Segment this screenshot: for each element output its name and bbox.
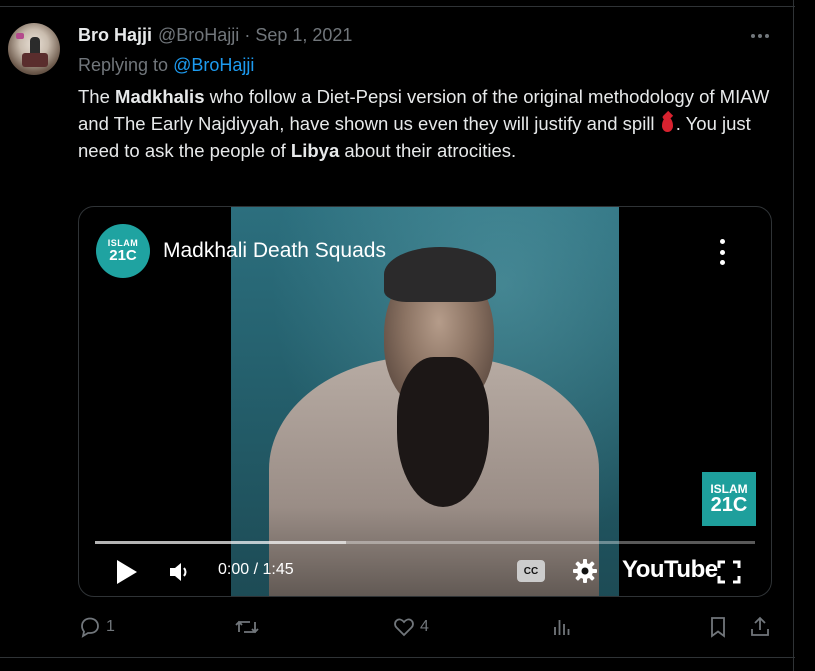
divider-top <box>0 6 795 7</box>
text-bold-libya: Libya <box>290 140 340 161</box>
volume-icon[interactable] <box>167 560 193 584</box>
reply-button[interactable]: 1 <box>78 614 115 640</box>
retweet-button[interactable] <box>234 614 264 640</box>
youtube-wordmark[interactable]: YouTube <box>622 556 718 584</box>
fullscreen-icon[interactable] <box>717 560 741 584</box>
channel-logo-line2: 21C <box>109 247 137 264</box>
video-more-icon[interactable] <box>715 239 729 265</box>
video-time: 0:00 / 1:45 <box>218 561 294 578</box>
views-button[interactable] <box>550 614 578 640</box>
like-icon <box>394 618 414 637</box>
text-part: about their atrocities. <box>339 140 517 161</box>
cc-icon[interactable]: CC <box>517 560 545 582</box>
avatar-detail <box>16 33 24 39</box>
more-icon[interactable] <box>748 26 772 46</box>
replying-to: Replying to @BroHajji <box>78 55 254 76</box>
tweet-date[interactable]: Sep 1, 2021 <box>255 25 352 46</box>
video-person-cap <box>384 247 496 302</box>
blood-drop-emoji <box>661 117 673 132</box>
like-button[interactable]: 4 <box>392 614 429 640</box>
bookmark-icon <box>711 617 725 638</box>
divider-bottom <box>0 657 795 658</box>
reply-prefix: Replying to <box>78 55 174 75</box>
reply-to-link[interactable]: @BroHajji <box>173 55 254 75</box>
channel-watermark: ISLAM 21C <box>702 472 756 526</box>
column-border <box>793 0 794 671</box>
play-icon[interactable] <box>117 560 137 584</box>
progress-fill <box>95 541 346 544</box>
avatar-figure-base <box>22 53 48 67</box>
text-bold-madkhalis: Madkhalis <box>115 86 205 107</box>
bookmark-button[interactable] <box>706 614 730 640</box>
share-button[interactable] <box>748 614 772 640</box>
separator-dot: · <box>244 24 251 45</box>
video-person-beard <box>397 357 489 507</box>
tweet-text: The Madkhalis who follow a Diet-Pepsi ve… <box>78 83 788 164</box>
progress-bar[interactable] <box>95 541 755 544</box>
tweet-actions: 1 4 <box>78 614 778 640</box>
share-icon <box>751 616 769 636</box>
gear-icon[interactable] <box>572 558 598 584</box>
video-title[interactable]: Madkhali Death Squads <box>163 239 386 263</box>
text-part: The <box>78 86 116 107</box>
watermark-line2: 21C <box>710 494 748 516</box>
video-player[interactable]: ISLAM 21C Madkhali Death Squads ISLAM 21… <box>78 206 772 597</box>
views-icon <box>554 620 570 635</box>
avatar[interactable] <box>8 23 60 75</box>
channel-logo[interactable]: ISLAM 21C <box>96 224 150 278</box>
user-handle[interactable]: @BroHajji <box>158 25 239 46</box>
display-name[interactable]: Bro Hajji <box>78 25 152 46</box>
video-controls: 0:00 / 1:45 CC YouTube <box>79 552 771 592</box>
reply-icon <box>81 617 99 638</box>
like-count: 4 <box>420 618 429 635</box>
tweet-header: Bro Hajji @BroHajji · Sep 1, 2021 <box>78 24 352 46</box>
retweet-icon <box>235 620 259 634</box>
reply-count: 1 <box>106 618 115 635</box>
